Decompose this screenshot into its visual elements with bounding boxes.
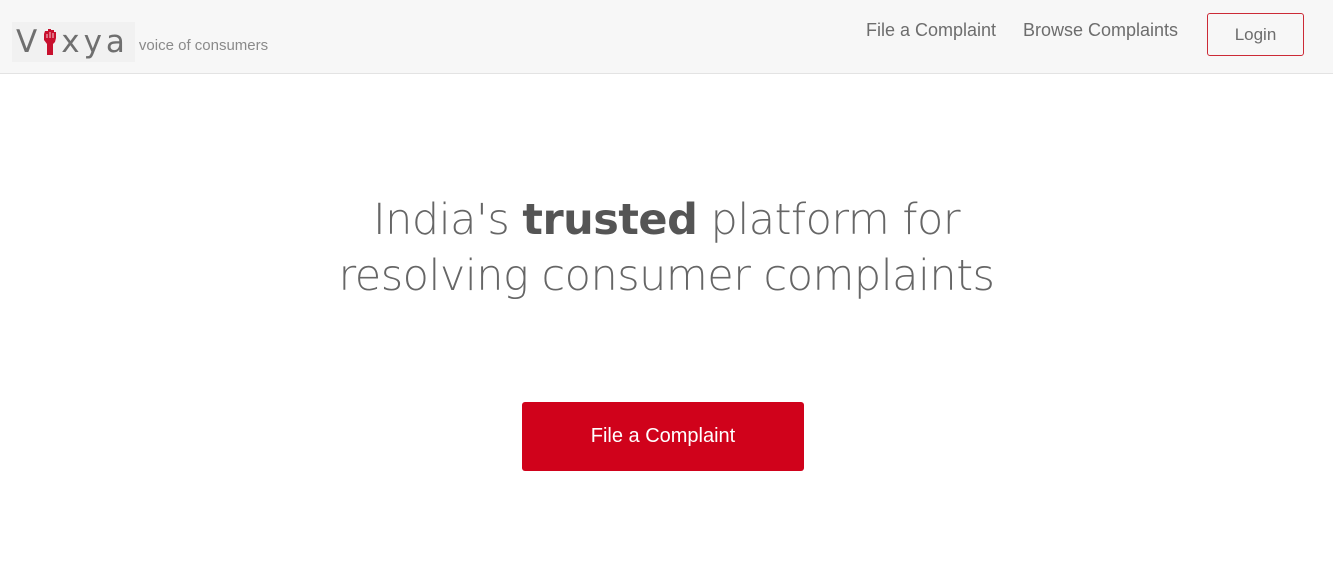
- logo-suffix: xya: [61, 23, 129, 60]
- brand-logo-link[interactable]: V xya voice of consumers: [12, 22, 268, 62]
- hero-title-emphasis: trusted: [522, 195, 698, 245]
- hero-section: India's trusted platform for resolving c…: [0, 192, 1333, 304]
- brand-tagline: voice of consumers: [138, 37, 269, 54]
- top-navbar: V xya voice of consumers File a Complain…: [0, 0, 1333, 74]
- logo-prefix: V: [16, 23, 42, 60]
- login-button[interactable]: Login: [1207, 13, 1304, 56]
- file-complaint-cta-button[interactable]: File a Complaint: [522, 402, 804, 471]
- raised-fist-icon: [44, 29, 57, 55]
- hero-title: India's trusted platform for resolving c…: [307, 192, 1027, 304]
- hero-title-part1: India's: [372, 195, 523, 245]
- logo: V xya: [12, 22, 135, 62]
- nav-browse-complaints-link[interactable]: Browse Complaints: [1023, 20, 1178, 41]
- nav-file-complaint-link[interactable]: File a Complaint: [866, 20, 996, 41]
